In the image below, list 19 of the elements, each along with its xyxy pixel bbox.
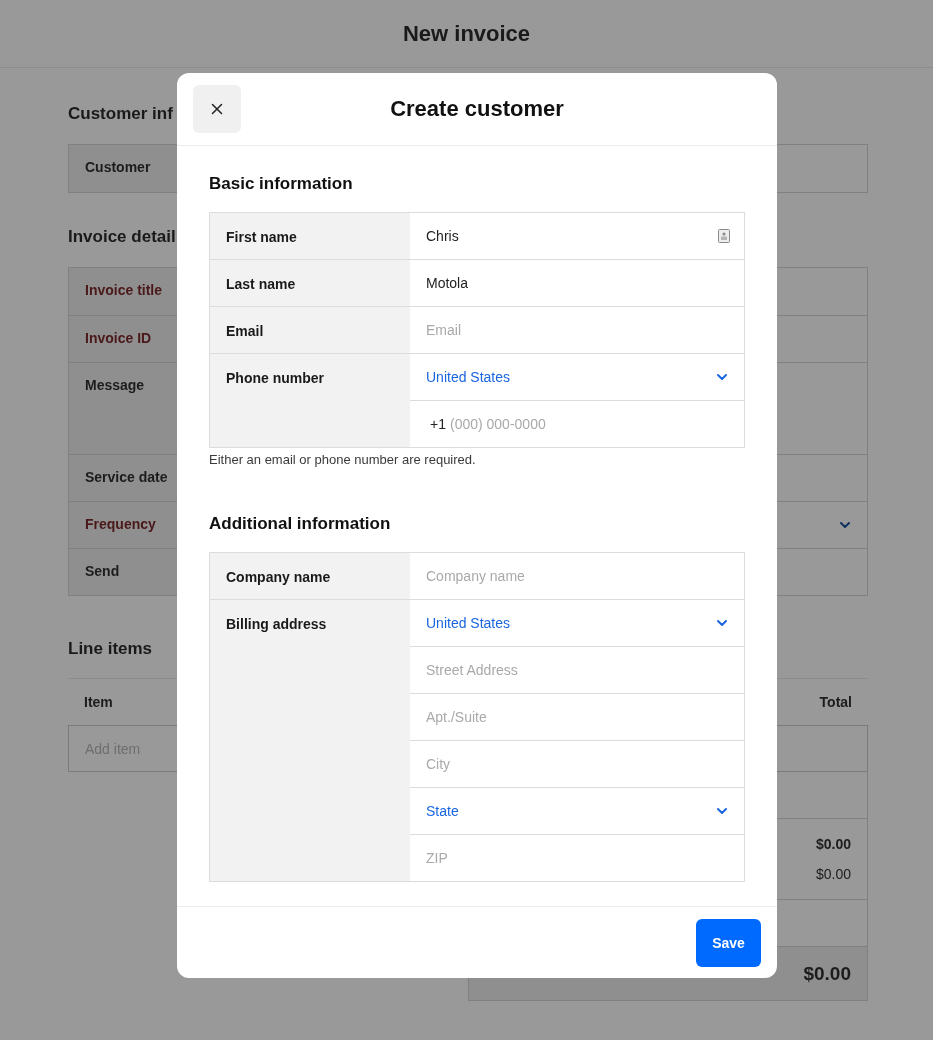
modal-title: Create customer — [390, 96, 564, 122]
amount-text: $0.00 — [815, 836, 851, 852]
contact-card-icon[interactable] — [718, 229, 730, 243]
section-heading: Line items — [68, 638, 153, 660]
field-label: Email — [210, 307, 410, 353]
amount-text: $0.00 — [815, 866, 851, 882]
field-label: First name — [210, 213, 410, 259]
column-header: Item — [84, 694, 113, 710]
section-heading: Customer inf — [68, 103, 173, 125]
field-label: Company name — [210, 553, 410, 599]
field-label: Billing address — [210, 600, 410, 881]
close-button[interactable] — [193, 85, 241, 133]
field-label: Last name — [210, 260, 410, 306]
total-amount: $0.00 — [803, 962, 851, 985]
field-label: Phone number — [210, 354, 410, 447]
save-button[interactable]: Save — [696, 918, 761, 967]
column-header: Total — [819, 694, 852, 710]
section-heading: Invoice detail — [68, 226, 176, 248]
page-title: New invoice — [402, 20, 531, 47]
